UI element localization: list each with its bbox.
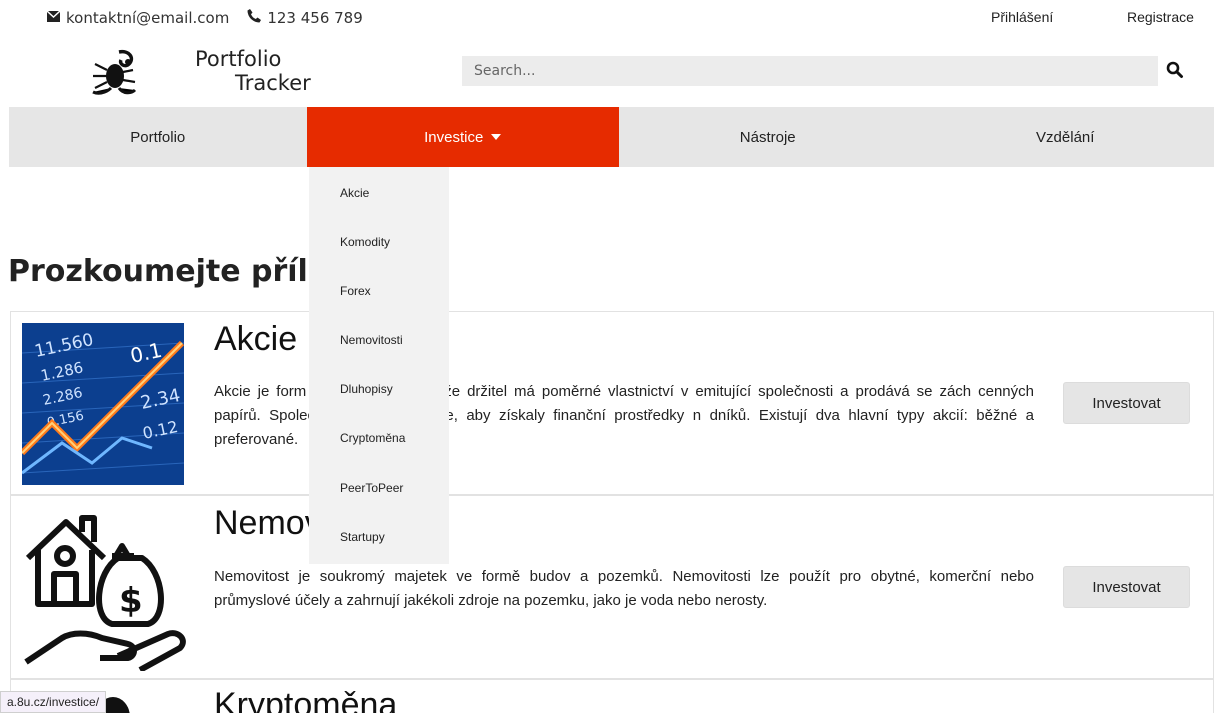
card-title: Akcie: [214, 320, 298, 358]
investice-dropdown-menu: Akcie Komodity Forex Nemovitosti Dluhopi…: [309, 167, 449, 564]
contact-phone[interactable]: 123 456 789: [267, 9, 362, 27]
dropdown-item-peertopeer[interactable]: PeerToPeer: [340, 481, 403, 495]
page-title: Prozkoumejte přílež: [8, 254, 346, 289]
search-icon[interactable]: [1166, 61, 1184, 79]
svg-text:$: $: [119, 581, 143, 621]
caret-down-icon: [491, 134, 502, 140]
nav-item-investice[interactable]: Investice: [306, 107, 619, 167]
card-title: Nemov: [214, 504, 322, 542]
dropdown-item-komodity[interactable]: Komodity: [340, 235, 390, 249]
dropdown-item-cryptomena[interactable]: Cryptoměna: [340, 431, 405, 445]
logo-text[interactable]: Portfolio Tracker: [195, 47, 311, 95]
card-description: Nemovitost je soukromý majetek ve formě …: [214, 568, 1034, 609]
nav-item-label: Investice: [424, 128, 484, 146]
stock-market-image: 11.560 1.286 2.286 0.156 0.1 2.34 0.12: [22, 323, 184, 485]
nav-item-portfolio[interactable]: Portfolio: [9, 107, 307, 167]
nav-item-label: Nástroje: [739, 128, 796, 146]
main-nav: Portfolio Investice Nástroje Vzdělání: [9, 107, 1214, 167]
envelope-icon: [46, 9, 61, 26]
nav-item-nastroje[interactable]: Nástroje: [619, 107, 917, 167]
nav-item-label: Portfolio: [130, 128, 186, 146]
house-money-hand-icon: $: [22, 506, 192, 673]
dropdown-item-forex[interactable]: Forex: [340, 284, 371, 298]
dropdown-item-nemovitosti[interactable]: Nemovitosti: [340, 333, 403, 347]
investment-card-nemovitosti: $ Nemov Nemovitost je soukromý majetek v…: [10, 495, 1214, 679]
invest-button[interactable]: Investovat: [1063, 566, 1190, 608]
investment-card-akcie: 11.560 1.286 2.286 0.156 0.1 2.34 0.12 A…: [10, 311, 1214, 495]
logo-line-2: Tracker: [235, 71, 311, 95]
contact-info: kontaktní@email.com 123 456 789: [46, 9, 363, 27]
contact-email[interactable]: kontaktní@email.com: [66, 9, 229, 27]
scorpion-logo-icon[interactable]: [89, 48, 139, 98]
nav-item-vzdelani[interactable]: Vzdělání: [916, 107, 1214, 167]
card-title: Kryptoměna: [214, 686, 398, 713]
phone-icon: [247, 9, 262, 27]
logo-line-1: Portfolio: [195, 47, 282, 71]
search-input[interactable]: Search...: [462, 56, 1158, 86]
investment-card-kryptomena: Kryptoměna: [10, 679, 1214, 713]
link-status-bar: a.8u.cz/investice/: [0, 691, 107, 713]
dropdown-item-startupy[interactable]: Startupy: [340, 530, 385, 544]
dropdown-item-dluhopisy[interactable]: Dluhopisy: [340, 382, 393, 396]
register-link[interactable]: Registrace: [1127, 9, 1194, 25]
invest-button[interactable]: Investovat: [1063, 382, 1190, 424]
nav-item-label: Vzdělání: [1036, 128, 1095, 146]
login-link[interactable]: Přihlášení: [991, 9, 1053, 25]
dropdown-item-akcie[interactable]: Akcie: [340, 186, 369, 200]
top-bar: kontaktní@email.com 123 456 789 Přihláše…: [0, 0, 1215, 36]
